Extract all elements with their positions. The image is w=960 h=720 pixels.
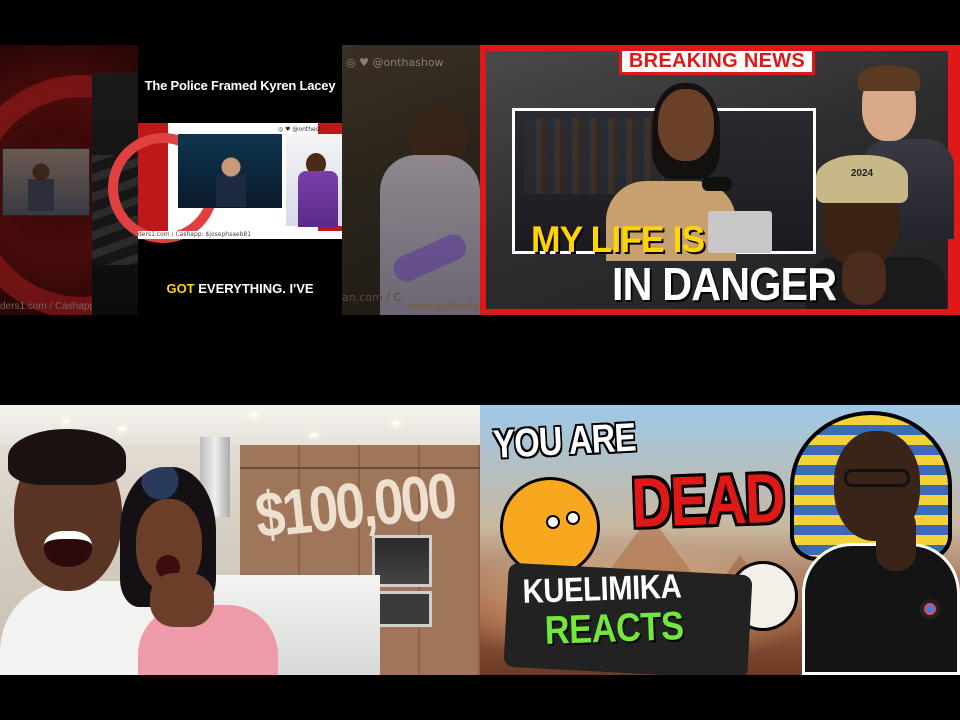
man-hair [858, 65, 920, 91]
caption-highlight: GOT [166, 281, 195, 296]
embed-social-icons: ◎ ♥ @onthesh [278, 126, 323, 133]
ceiling-light [392, 421, 400, 425]
oven [372, 535, 432, 587]
title-line-1: YOU ARE [492, 415, 637, 467]
ceiling-light [310, 433, 318, 437]
badge-pin-icon [920, 599, 940, 619]
video-thumbnail-2[interactable]: 2024 MY LIFE IS IN DANGER BREAKING NEWS [480, 45, 960, 315]
center-card: The Police Framed Kyren Lacey ◎ ♥ @onthe… [108, 45, 342, 315]
cap: 2024 [816, 155, 908, 203]
right-url-text: www.ontheshc [408, 301, 480, 312]
man-mouth [44, 531, 92, 567]
ceiling-light [62, 419, 70, 423]
oven-lower [372, 591, 432, 627]
right-footer-text: an.com / C [342, 291, 402, 304]
title-line-2: DEAD [630, 458, 785, 542]
subtitle-caption: GOT EVERYTHING. I'VE [138, 281, 342, 296]
ceiling-light [118, 427, 126, 431]
caption-rest: EVERYTHING. I'VE [194, 281, 314, 296]
microphone-icon [702, 177, 732, 191]
laptop [708, 211, 772, 253]
man-hair [8, 429, 126, 485]
video-thumbnail-3[interactable]: $100,000 [0, 405, 480, 675]
cartoon-eye [546, 515, 560, 529]
embedded-clip: ◎ ♥ @onthesh ders1.com / Cashapp: $josep… [108, 123, 342, 243]
man2-hand [842, 251, 886, 305]
cartoon-eye [566, 511, 580, 525]
thumbnail-background: 2024 MY LIFE IS IN DANGER [486, 51, 954, 310]
thumbnail-grid: ders1.com / Cashapp: $josephe ◎ ♥ @ontha… [0, 0, 960, 720]
breaking-news-banner: BREAKING NEWS [619, 48, 815, 75]
headline-line-1: MY LIFE IS [531, 219, 705, 260]
ceiling-light [250, 413, 258, 417]
woman-hand [150, 573, 214, 627]
inset-person [28, 163, 54, 211]
video-thumbnail-4[interactable]: YOU ARE DEAD KUELIMIKA REACTS [480, 405, 960, 675]
reacts-label: REACTS [544, 604, 685, 653]
social-handle-text: ◎ ♥ @onthashow [346, 56, 444, 69]
woman-head [658, 89, 714, 161]
video-title: The Police Framed Kyren Lacey [144, 78, 336, 93]
embed-person [216, 157, 246, 207]
embed-player-body [298, 171, 338, 227]
video-thumbnail-1[interactable]: ders1.com / Cashapp: $josephe ◎ ♥ @ontha… [0, 45, 480, 315]
glasses-icon [844, 469, 910, 487]
man-hand [876, 507, 916, 571]
headline-line-2: IN DANGER [612, 258, 837, 310]
embed-footer-text: ders1.com / Cashapp: $josephsaeb81 [138, 231, 342, 239]
